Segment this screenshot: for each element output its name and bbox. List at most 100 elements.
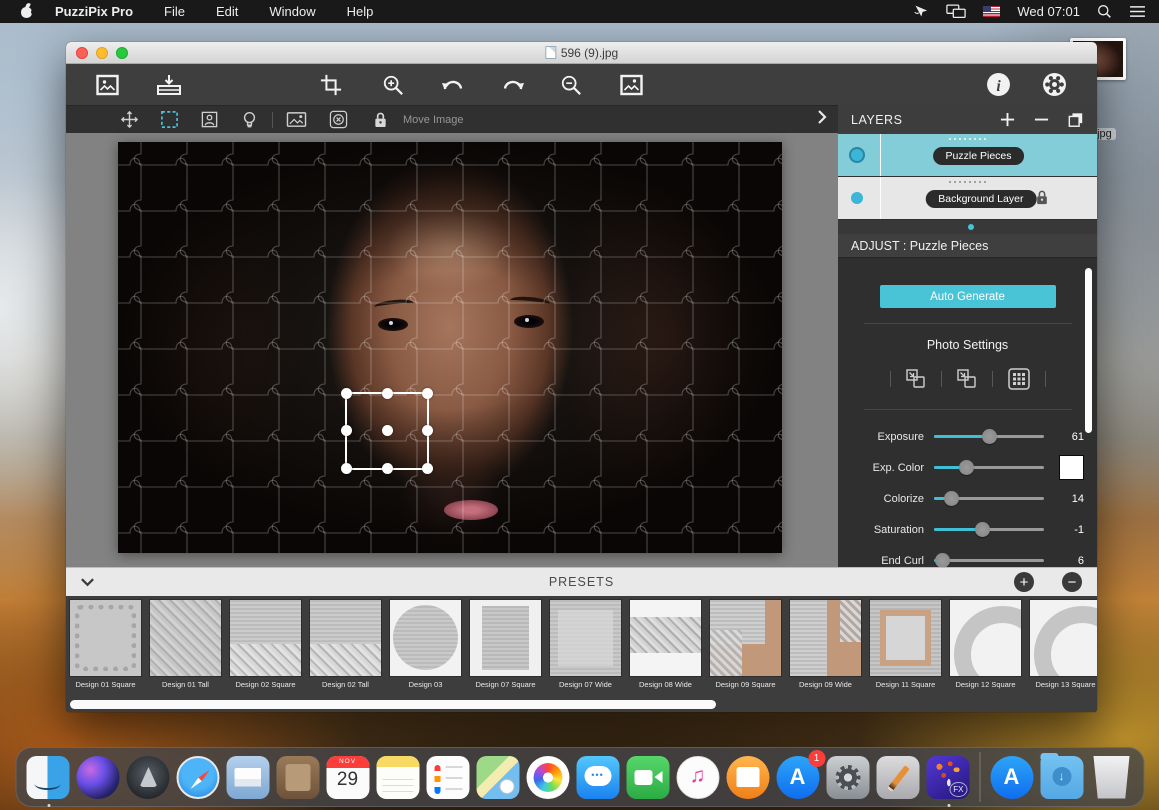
dock-photos[interactable] (525, 755, 570, 800)
preset-item[interactable]: Design 09 Square (710, 600, 781, 690)
layer-name-pill[interactable]: Background Layer (925, 190, 1036, 208)
preset-item[interactable]: Design 07 Square (470, 600, 541, 690)
zoom-out-button[interactable] (554, 70, 588, 100)
selection-handle[interactable] (382, 463, 393, 474)
canvas-area[interactable] (66, 133, 838, 567)
copy-settings-back-icon[interactable] (905, 368, 927, 390)
redo-button[interactable] (496, 70, 530, 100)
selection-handle[interactable] (341, 425, 352, 436)
panel-scrollbar[interactable] (1085, 268, 1092, 433)
remove-preset-button[interactable]: − (1062, 572, 1082, 592)
dock-ibooks[interactable] (725, 755, 770, 800)
lightbulb-tool-button[interactable] (234, 108, 264, 132)
input-language-flag-icon[interactable] (983, 6, 1000, 17)
dock-contacts[interactable] (275, 755, 320, 800)
undo-button[interactable] (436, 70, 470, 100)
slider-knob[interactable] (944, 491, 959, 506)
dock-maps[interactable] (475, 755, 520, 800)
lock-icon[interactable] (365, 108, 395, 132)
menu-window[interactable]: Window (269, 4, 315, 19)
layer-drag-handle[interactable] (838, 181, 1097, 183)
menu-clock[interactable]: Wed 07:01 (1017, 4, 1080, 19)
dock-itunes[interactable] (675, 755, 720, 800)
dock-notes[interactable] (375, 755, 420, 800)
import-button[interactable] (152, 70, 186, 100)
move-tool-button[interactable] (114, 108, 144, 132)
dock-trash[interactable] (1089, 755, 1134, 800)
dock-launchpad[interactable] (125, 755, 170, 800)
slider-track[interactable] (934, 435, 1044, 438)
preset-item[interactable]: Design 01 Square (70, 600, 141, 690)
copy-settings-front-icon[interactable] (956, 368, 978, 390)
new-image-button[interactable] (90, 70, 124, 100)
remove-layer-button[interactable] (1034, 112, 1049, 127)
notification-center-icon[interactable] (1129, 5, 1146, 18)
duplicate-layer-button[interactable] (1068, 112, 1084, 128)
menu-app-name[interactable]: PuzziPix Pro (55, 4, 133, 19)
edited-photo[interactable] (118, 142, 782, 553)
dock-mail[interactable] (225, 755, 270, 800)
title-bar[interactable]: 596 (9).jpg (66, 42, 1097, 64)
dock-messages[interactable] (575, 755, 620, 800)
preset-item[interactable]: Design 12 Square (950, 600, 1021, 690)
selection-handle[interactable] (422, 463, 433, 474)
zoom-in-button[interactable] (376, 70, 410, 100)
preset-item[interactable]: Design 09 Wide (790, 600, 861, 690)
menu-help[interactable]: Help (347, 4, 374, 19)
selection-handle[interactable] (341, 388, 352, 399)
preset-item[interactable]: Design 03 (390, 600, 461, 690)
selection-handle[interactable] (422, 425, 433, 436)
dock-system-preferences[interactable] (825, 755, 870, 800)
portrait-select-tool-button[interactable] (194, 108, 224, 132)
slider-knob[interactable] (935, 553, 950, 568)
minimize-button[interactable] (96, 47, 108, 59)
chevron-right-icon[interactable] (816, 109, 828, 130)
selection-handle[interactable] (382, 388, 393, 399)
auto-generate-button[interactable]: Auto Generate (880, 285, 1056, 308)
clear-selection-button[interactable] (323, 108, 353, 132)
slider-knob[interactable] (959, 460, 974, 475)
layer-row-background[interactable]: Background Layer (838, 177, 1097, 219)
layer-row-puzzle-pieces[interactable]: Puzzle Pieces (838, 134, 1097, 176)
image-adjust-button[interactable] (614, 70, 648, 100)
grid-settings-icon[interactable] (1007, 368, 1031, 390)
dock-app-store-updates[interactable] (989, 755, 1034, 800)
slider-track[interactable] (934, 528, 1044, 531)
preset-item[interactable]: Design 07 Wide (550, 600, 621, 690)
layer-visibility-toggle[interactable] (849, 147, 865, 163)
tablet-cursor-icon[interactable] (912, 4, 929, 19)
dock-reminders[interactable] (425, 755, 470, 800)
selection-handle[interactable] (341, 463, 352, 474)
exposure-color-swatch[interactable] (1059, 455, 1084, 480)
preset-item[interactable]: Design 02 Square (230, 600, 301, 690)
image-overlay-button[interactable] (281, 108, 311, 132)
dock-siri[interactable] (75, 755, 120, 800)
selection-handle[interactable] (382, 425, 393, 436)
menu-edit[interactable]: Edit (216, 4, 238, 19)
slider-knob[interactable] (982, 429, 997, 444)
menu-file[interactable]: File (164, 4, 185, 19)
preset-item[interactable]: Design 13 Square (1030, 600, 1097, 690)
dock-graphics-app[interactable] (875, 755, 920, 800)
layer-visibility-toggle[interactable] (851, 192, 863, 204)
slider-track[interactable] (934, 466, 1044, 469)
preset-item[interactable]: Design 11 Square (870, 600, 941, 690)
spotlight-search-icon[interactable] (1097, 4, 1112, 19)
preset-item[interactable]: Design 08 Wide (630, 600, 701, 690)
dock-calendar[interactable]: NOV29 (325, 755, 370, 800)
presets-scrollbar[interactable] (70, 700, 716, 709)
zoom-button[interactable] (116, 47, 128, 59)
dock-finder[interactable] (25, 755, 70, 800)
selection-box[interactable] (345, 392, 429, 470)
settings-gear-button[interactable] (1037, 70, 1071, 100)
crop-tool-button[interactable] (314, 70, 348, 100)
slider-track[interactable] (934, 559, 1044, 562)
apple-menu-icon[interactable] (19, 4, 34, 19)
dock-downloads-folder[interactable] (1039, 755, 1084, 800)
slider-track[interactable] (934, 497, 1044, 500)
close-button[interactable] (76, 47, 88, 59)
add-layer-button[interactable] (1000, 112, 1015, 127)
slider-knob[interactable] (975, 522, 990, 537)
preset-item[interactable]: Design 02 Tall (310, 600, 381, 690)
layers-resize-strip[interactable] (838, 220, 1097, 234)
